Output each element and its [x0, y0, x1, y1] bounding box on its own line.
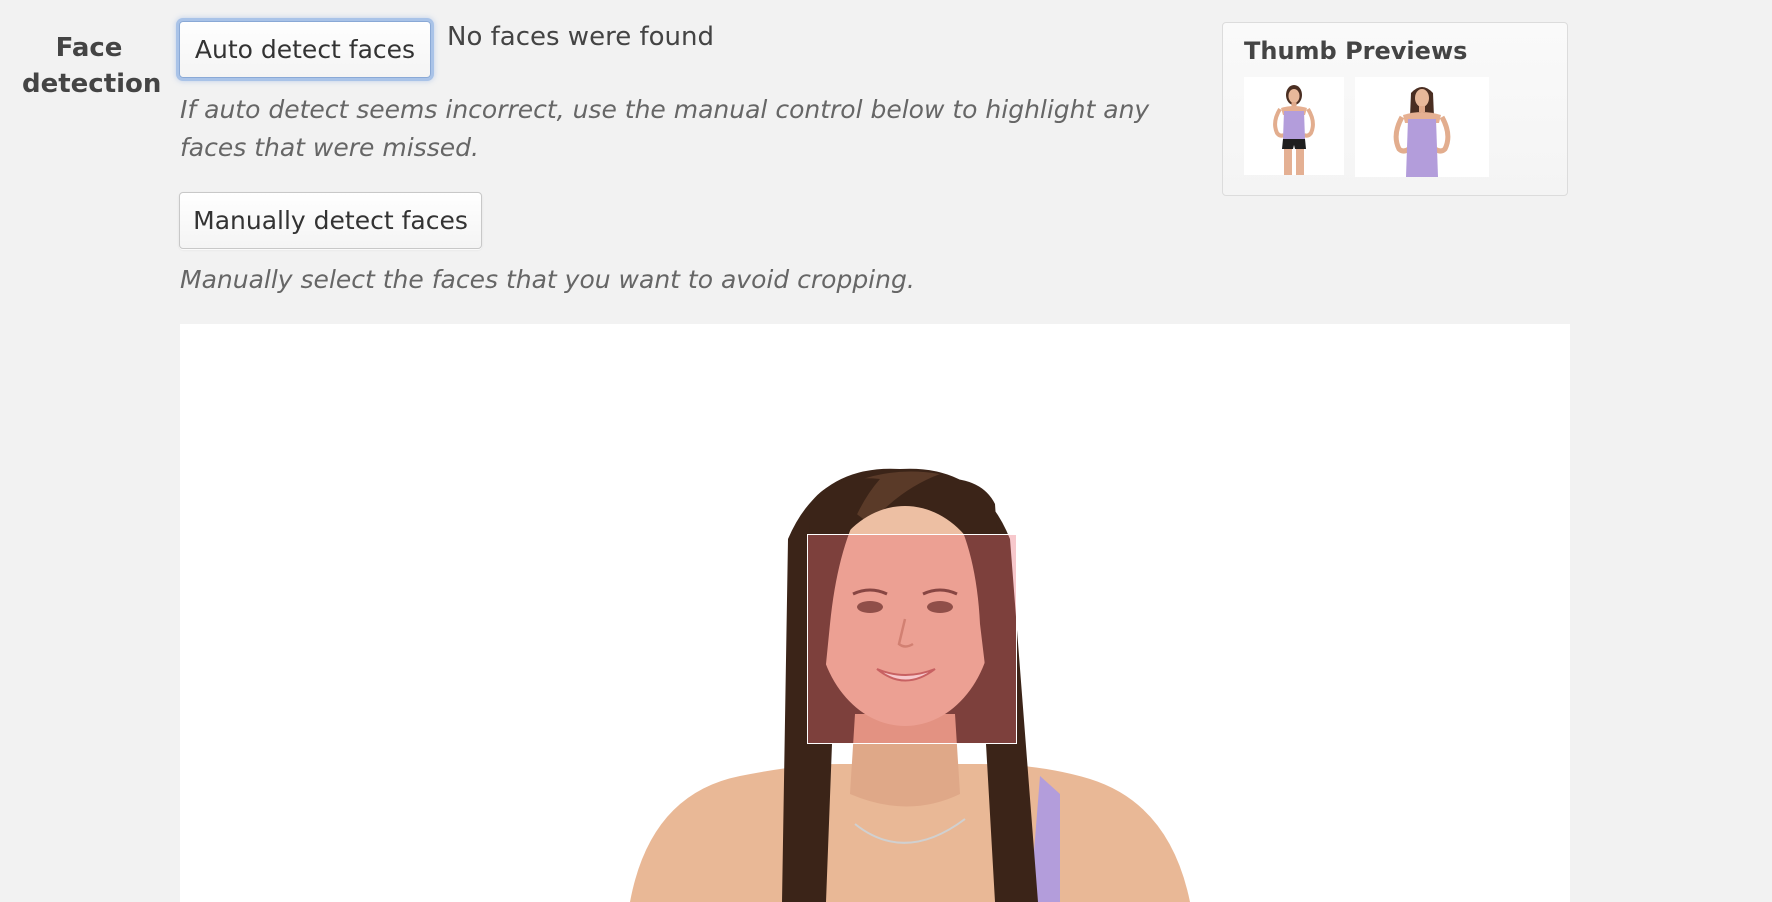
auto-detect-help-text: If auto detect seems incorrect, use the … — [180, 95, 1150, 162]
detection-status-text: No faces were found — [447, 22, 714, 52]
face-selection-box[interactable] — [807, 534, 1017, 744]
thumbnail-image-2 — [1355, 77, 1489, 177]
thumb-previews-title: Thumb Previews — [1244, 37, 1468, 65]
manual-detect-help-text: Manually select the faces that you want … — [180, 265, 915, 294]
thumbnail-image-1 — [1244, 77, 1344, 175]
thumb-previews-panel: Thumb Previews — [1222, 22, 1568, 196]
thumbnail-preview-1[interactable] — [1244, 77, 1344, 175]
thumbnail-preview-2[interactable] — [1355, 77, 1489, 177]
manually-detect-faces-button[interactable]: Manually detect faces — [179, 192, 482, 249]
image-editor-canvas[interactable] — [180, 324, 1570, 902]
auto-detect-faces-button[interactable]: Auto detect faces — [179, 21, 431, 78]
face-detection-label: Face detection — [22, 33, 162, 99]
